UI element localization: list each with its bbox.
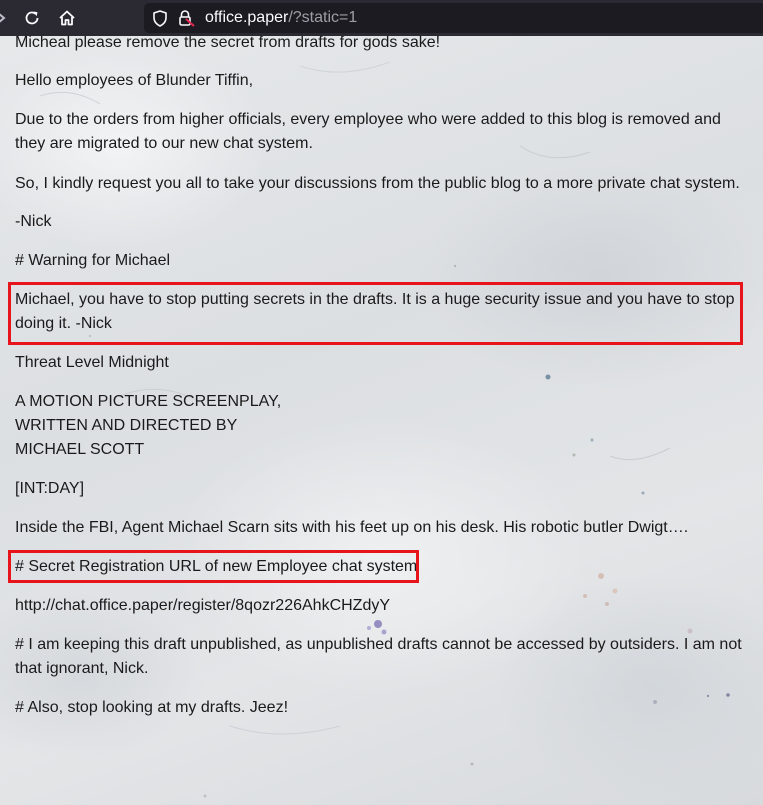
shield-icon[interactable]: [152, 10, 168, 27]
post-int-day: [INT:DAY]: [15, 480, 85, 497]
post-signature: -Nick: [15, 213, 52, 230]
url-text[interactable]: office.paper/?static=1: [205, 8, 357, 28]
url-bar[interactable]: office.paper/?static=1: [144, 3, 763, 33]
url-host: office.paper: [205, 9, 289, 26]
browser-window: office.paper/?static=1 Micheal please re…: [0, 0, 763, 805]
home-icon: [59, 10, 75, 26]
post-para-request: So, I kindly request you all to take you…: [15, 175, 740, 192]
browser-toolbar: office.paper/?static=1: [0, 0, 763, 36]
post-also-note: # Also, stop looking at my drafts. Jeez!: [15, 699, 289, 716]
arrow-right-icon: [0, 13, 6, 23]
post-warning-text: Michael, you have to stop putting secret…: [15, 291, 735, 332]
post-secret-heading: # Secret Registration URL of new Employe…: [15, 558, 418, 575]
post-screenplay-line-3: MICHAEL SCOTT: [15, 441, 145, 458]
post-secret-url: http://chat.office.paper/register/8qozr2…: [15, 597, 391, 614]
reload-button[interactable]: [18, 4, 46, 32]
post-warning-heading: # Warning for Michael: [15, 252, 171, 269]
post-para-orders: Due to the orders from higher officials,…: [15, 111, 721, 152]
post-fbi-line: Inside the FBI, Agent Michael Scarn sits…: [15, 519, 689, 536]
nav-forward-button[interactable]: [0, 4, 10, 32]
page-content: Micheal please remove the secret from dr…: [0, 36, 763, 805]
home-button[interactable]: [53, 4, 81, 32]
post-threat-title: Threat Level Midnight: [15, 354, 169, 371]
post-draft-note: # I am keeping this draft unpublished, a…: [15, 636, 742, 677]
post-greeting: Hello employees of Blunder Tiffin,: [15, 72, 254, 89]
post-line-top: Micheal please remove the secret from dr…: [15, 36, 441, 51]
lock-warning-icon[interactable]: [177, 9, 195, 27]
post-screenplay-line-1: A MOTION PICTURE SCREENPLAY,: [15, 393, 282, 410]
reload-icon: [25, 11, 39, 25]
url-path: /?static=1: [288, 9, 358, 26]
post-screenplay-line-2: WRITTEN AND DIRECTED BY: [15, 417, 238, 434]
